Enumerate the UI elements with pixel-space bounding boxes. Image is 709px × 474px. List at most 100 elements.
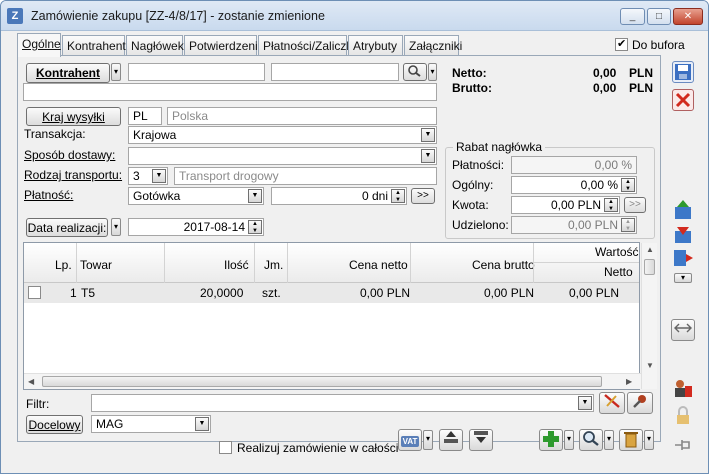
tab-naglowek[interactable]: Nagłówek: [126, 35, 184, 56]
chevron-down-icon[interactable]: ▼: [421, 149, 435, 163]
lock-icon[interactable]: [672, 405, 694, 427]
vat-label: VAT: [400, 436, 420, 447]
scroll-right-icon[interactable]: ▶: [626, 377, 632, 386]
kraj-code-field[interactable]: PL: [128, 107, 162, 125]
brutto-label: Brutto:: [452, 81, 492, 95]
rabat-platnosci-field: 0,00 %: [511, 156, 637, 174]
vat-menu-arrow[interactable]: ▾: [423, 430, 433, 450]
pin-icon[interactable]: [672, 434, 694, 456]
vertical-scroll-thumb[interactable]: [644, 259, 655, 275]
kontrahent-name-field[interactable]: [271, 63, 399, 81]
spinner-arrows-icon: ▲ ▼: [621, 218, 635, 232]
maximize-button[interactable]: □: [647, 8, 671, 25]
cancel-icon[interactable]: [672, 89, 694, 111]
col-jm[interactable]: Jm.: [264, 258, 283, 272]
transakcja-select[interactable]: Krajowa ▼: [128, 126, 437, 144]
docelowy-button[interactable]: Docelowy: [26, 415, 83, 434]
add-icon[interactable]: [539, 429, 563, 451]
search-icon[interactable]: [403, 63, 427, 81]
export-icon[interactable]: [439, 429, 463, 451]
add-menu-arrow[interactable]: ▾: [564, 430, 574, 450]
vertical-scrollbar[interactable]: ▲ ▼: [641, 243, 657, 389]
spinner-arrows-icon[interactable]: ▲ ▼: [604, 198, 618, 212]
chevron-down-icon[interactable]: ▼: [195, 417, 209, 431]
search-menu-arrow[interactable]: ▾: [428, 63, 437, 81]
kontrahent-code-field[interactable]: [128, 63, 265, 81]
rabat-kwota-label: Kwota:: [452, 198, 489, 212]
kontrahent-address-field[interactable]: [23, 83, 437, 101]
filter-settings-icon[interactable]: [627, 392, 653, 414]
data-realizacji-menu-arrow[interactable]: ▾: [111, 218, 121, 236]
chevron-down-icon[interactable]: ▼: [421, 128, 435, 142]
contacts-icon[interactable]: [672, 377, 694, 399]
table-header: Lp. Towar Ilość Jm. Cena netto Cena brut…: [24, 243, 639, 283]
rabat-platnosci-label: Płatności:: [452, 158, 505, 172]
chevron-down-icon[interactable]: ▼: [248, 189, 262, 203]
row-checkbox[interactable]: [28, 286, 41, 299]
spinner-arrows-icon[interactable]: ▲ ▼: [391, 189, 405, 203]
rodzaj-transportu-code: 3: [133, 169, 140, 183]
kontrahent-button[interactable]: Kontrahent: [26, 63, 110, 83]
save-icon[interactable]: [672, 61, 694, 83]
tab-potwierdzenie[interactable]: Potwierdzenie: [184, 35, 264, 56]
termin-button[interactable]: >>: [411, 188, 435, 204]
upload-document-icon[interactable]: [672, 199, 694, 221]
import-icon[interactable]: [469, 429, 493, 451]
delete-icon[interactable]: [619, 429, 643, 451]
data-realizacji-field[interactable]: 2017-08-14 ▲ ▼: [128, 218, 264, 236]
docelowy-select[interactable]: MAG ▼: [91, 415, 211, 433]
cell-wartosc-netto: 0,00 PLN: [569, 286, 620, 300]
tab-kontrahent[interactable]: Kontrahent: [62, 35, 126, 56]
realizuj-checkbox[interactable]: [219, 441, 232, 454]
spinner-arrows-icon[interactable]: ▲ ▼: [621, 178, 635, 192]
kontrahent-menu-arrow[interactable]: ▾: [111, 63, 121, 81]
chevron-down-icon[interactable]: ▼: [578, 396, 592, 410]
horizontal-scrollbar[interactable]: ◀ ▶: [24, 373, 641, 389]
horizontal-scroll-thumb[interactable]: [42, 376, 602, 387]
do-bufora-label: Do bufora: [632, 38, 685, 52]
data-realizacji-button[interactable]: Data realizacji:: [26, 218, 108, 237]
download-document-icon[interactable]: [672, 223, 694, 245]
kraj-wysylki-button[interactable]: Kraj wysyłki: [26, 107, 121, 126]
window-title: Zamówienie zakupu [ZZ-4/8/17] - zostanie…: [31, 9, 325, 23]
tab-platnosci-zaliczki[interactable]: Płatności/Zaliczki: [258, 35, 355, 56]
spinner-arrows-icon[interactable]: ▲ ▼: [248, 220, 262, 234]
col-wartosc[interactable]: Wartość: [595, 245, 639, 259]
rabat-kwota-spinner[interactable]: 0,00 PLN ▲ ▼: [511, 196, 620, 214]
rodzaj-transportu-select[interactable]: 3 ▼: [128, 167, 168, 185]
scroll-down-icon[interactable]: ▼: [646, 361, 654, 370]
platnosc-label: Płatność:: [24, 188, 74, 202]
table-row[interactable]: 1 T5 20,0000 szt. 0,00 PLN 0,00 PLN 0,00…: [24, 283, 639, 303]
rabat-ogolny-spinner[interactable]: 0,00 % ▲ ▼: [511, 176, 637, 194]
filtr-select[interactable]: ▼: [91, 394, 594, 412]
vat-button[interactable]: VAT: [398, 429, 422, 451]
split-icon[interactable]: [671, 319, 695, 341]
delete-menu-arrow[interactable]: ▾: [644, 430, 654, 450]
col-ilosc[interactable]: Ilość: [224, 258, 249, 272]
close-button[interactable]: ✕: [673, 8, 703, 25]
col-netto[interactable]: Netto: [604, 265, 633, 279]
sposob-dostawy-select[interactable]: ▼: [128, 147, 437, 165]
col-cena-brutto[interactable]: Cena brutto: [472, 258, 535, 272]
clear-filter-icon[interactable]: [599, 392, 625, 414]
tab-ogolne[interactable]: Ogólne: [17, 33, 61, 57]
transfer-menu-arrow[interactable]: ▾: [674, 273, 692, 283]
rabat-kwota-button[interactable]: >>: [624, 197, 646, 213]
minimize-button[interactable]: _: [620, 8, 645, 25]
col-lp[interactable]: Lp.: [55, 258, 72, 272]
termin-dni-spinner[interactable]: 0 dni ▲ ▼: [271, 187, 407, 205]
rodzaj-transportu-name: Transport drogowy: [174, 167, 437, 185]
col-towar[interactable]: Towar: [80, 258, 112, 272]
do-bufora-checkbox[interactable]: ✔: [615, 38, 628, 51]
scroll-up-icon[interactable]: ▲: [646, 245, 654, 254]
tab-atrybuty[interactable]: Atrybuty: [348, 35, 403, 56]
transfer-document-icon[interactable]: [672, 247, 694, 269]
col-cena-netto[interactable]: Cena netto: [349, 258, 408, 272]
scroll-left-icon[interactable]: ◀: [28, 377, 34, 386]
preview-icon[interactable]: [579, 429, 603, 451]
window: Z Zamówienie zakupu [ZZ-4/8/17] - zostan…: [0, 0, 709, 474]
tab-zalaczniki[interactable]: Załączniki: [404, 35, 462, 56]
chevron-down-icon[interactable]: ▼: [152, 169, 166, 183]
preview-menu-arrow[interactable]: ▾: [604, 430, 614, 450]
platnosc-select[interactable]: Gotówka ▼: [128, 187, 264, 205]
